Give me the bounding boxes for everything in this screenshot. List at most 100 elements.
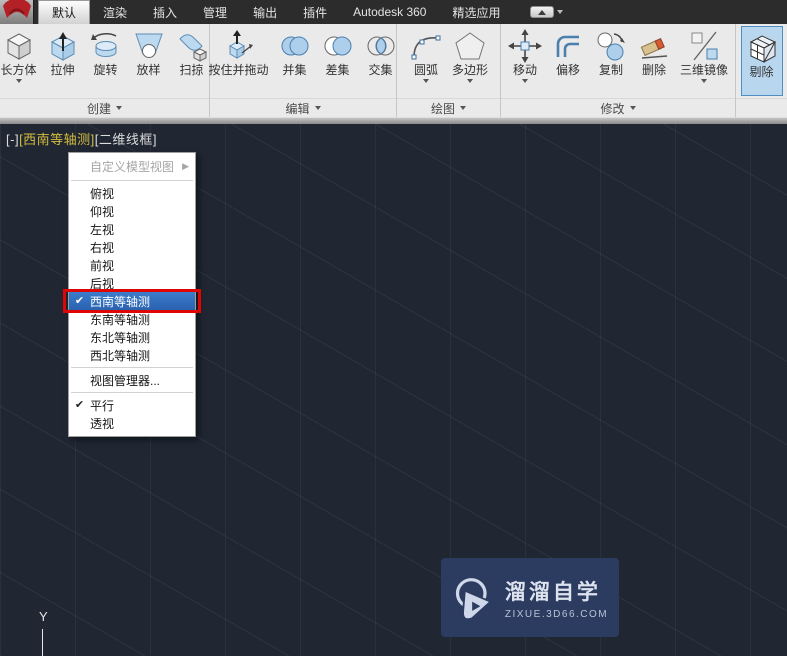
view-context-menu: 自定义模型视图 ▶ 俯视 仰视 左视 右视 前视 后视 西南等轴测 东南等轴测 … (63, 152, 201, 437)
tool-offset[interactable]: 偏移 (547, 26, 589, 79)
tool-revolve[interactable]: 旋转 (85, 26, 127, 79)
menu-item-ne-isometric[interactable]: 东北等轴测 (69, 328, 195, 346)
tool-erase[interactable]: 删除 (633, 26, 675, 79)
viewport-controls: [-][西南等轴测][二维线框] (6, 129, 157, 148)
sweep-icon (178, 34, 207, 62)
revolve-icon (90, 33, 117, 57)
tab-render[interactable]: 渲染 (90, 0, 140, 24)
panel-label-edit[interactable]: 编辑 (210, 98, 396, 117)
tool-label: 三维镜像 (679, 63, 728, 77)
panel-title: 修改 (600, 101, 625, 116)
chevron-down-icon (116, 106, 122, 110)
tool-presspull[interactable]: 按住并拖动 (205, 26, 273, 79)
tool-label: 多边形 (451, 63, 488, 77)
offset-icon (556, 35, 579, 57)
tool-intersect[interactable]: 交集 (360, 26, 402, 79)
tool-label: 扫掠 (179, 63, 204, 77)
chevron-down-icon[interactable] (422, 79, 429, 83)
tool-copy[interactable]: 复制 (590, 26, 632, 79)
tab-default[interactable]: 默认 (38, 0, 91, 24)
panel-label-draw[interactable]: 绘图 (397, 98, 500, 117)
tool-arc[interactable]: 圆弧 (405, 26, 447, 84)
subtract-icon (324, 36, 352, 56)
arc-icon (411, 35, 441, 60)
tool-label: 按住并拖动 (208, 63, 269, 77)
menu-item-bottom[interactable]: 仰视 (69, 202, 195, 220)
menu-item-se-isometric[interactable]: 东南等轴测 (69, 310, 195, 328)
watermark-url: zixue.3d66.com (504, 608, 609, 620)
minimize-ribbon-button[interactable] (529, 6, 563, 18)
tool-label: 旋转 (93, 63, 118, 77)
chevron-down-icon[interactable] (700, 79, 707, 83)
tool-loft[interactable]: 放样 (128, 26, 170, 79)
minimize-ribbon-icon (529, 6, 554, 18)
copy-icon (597, 32, 625, 61)
panel-title: 编辑 (285, 101, 310, 116)
check-icon (69, 292, 90, 310)
submenu-arrow-icon: ▶ (182, 161, 189, 171)
tab-manage[interactable]: 管理 (190, 0, 240, 24)
tool-label: 删除 (641, 63, 666, 77)
viewport-view-control[interactable]: [西南等轴测] (19, 132, 95, 147)
cull-icon (749, 35, 776, 63)
menu-item-front[interactable]: 前视 (69, 256, 195, 274)
polygon-icon (455, 32, 485, 60)
menu-item-left[interactable]: 左视 (69, 220, 195, 238)
chevron-down-icon[interactable] (466, 79, 473, 83)
tool-extrude[interactable]: 拉伸 (42, 26, 84, 79)
presspull-icon (228, 30, 253, 59)
tool-cull[interactable]: 剔除 (740, 26, 783, 96)
tool-move[interactable]: 移动 (504, 26, 546, 84)
tool-mirror3d[interactable]: 三维镜像 (676, 26, 732, 84)
tab-autodesk-360[interactable]: Autodesk 360 (340, 0, 439, 24)
box-icon (6, 33, 31, 60)
panel-label-modify[interactable]: 修改 (501, 98, 735, 117)
tab-plugins[interactable]: 插件 (290, 0, 340, 24)
panel-title: 创建 (86, 101, 111, 116)
tool-label: 差集 (325, 63, 350, 77)
panel-label-create[interactable]: 创建 (0, 98, 209, 117)
play-logo-icon (455, 577, 492, 620)
tool-polygon[interactable]: 多边形 (448, 26, 492, 84)
menu-item-nw-isometric[interactable]: 西北等轴测 (69, 346, 195, 364)
tool-box[interactable]: 长方体 (0, 26, 41, 84)
menu-item-top[interactable]: 俯视 (69, 184, 195, 202)
tool-label: 拉伸 (50, 63, 75, 77)
model-space-canvas[interactable]: [-][西南等轴测][二维线框] 自定义模型视图 ▶ 俯视 仰视 左视 右视 前… (0, 124, 787, 656)
tool-label: 并集 (282, 63, 307, 77)
menu-item-sw-isometric[interactable]: 西南等轴测 (63, 289, 201, 313)
tool-label: 移动 (512, 63, 537, 77)
viewport-visual-style-control[interactable]: [二维线框] (95, 132, 157, 147)
ribbon-tabs: 默认 渲染 插入 管理 输出 插件 Autodesk 360 精选应用 (38, 0, 514, 24)
viewport-minimize-control[interactable]: [-] (6, 132, 19, 147)
menu-item-parallel[interactable]: 平行 (69, 396, 195, 414)
watermark: 溜溜自学 zixue.3d66.com (441, 558, 619, 637)
tab-insert[interactable]: 插入 (140, 0, 190, 24)
menu-item-perspective[interactable]: 透视 (69, 414, 195, 432)
check-icon (69, 396, 90, 414)
menu-item-right[interactable]: 右视 (69, 238, 195, 256)
ribbon-panel-edit: 按住并拖动 并集 差集 交集 编辑 (209, 24, 397, 117)
chevron-down-icon[interactable] (521, 79, 528, 83)
menu-separator (71, 180, 193, 181)
chevron-down-icon (556, 10, 563, 14)
chevron-down-icon[interactable] (15, 79, 22, 83)
ribbon-tab-bar: 默认 渲染 插入 管理 输出 插件 Autodesk 360 精选应用 (0, 0, 787, 24)
mirror3d-icon (691, 31, 718, 61)
ribbon-bottom-strip (0, 117, 787, 124)
menu-separator (71, 367, 193, 368)
panel-label-cull (736, 98, 787, 117)
tab-featured-apps[interactable]: 精选应用 (439, 0, 513, 24)
tool-union[interactable]: 并集 (274, 26, 316, 79)
chevron-down-icon (629, 106, 636, 110)
tool-subtract[interactable]: 差集 (317, 26, 359, 79)
tool-label: 偏移 (555, 63, 580, 77)
menu-item-back[interactable]: 后视 (69, 274, 195, 292)
ribbon: 长方体 拉伸 旋转 放样 扫掠 创建 按住并拖动 并集 差集 交集 编辑 圆弧 … (0, 24, 787, 117)
tab-output[interactable]: 输出 (240, 0, 290, 24)
menu-item-view-manager[interactable]: 视图管理器... (69, 371, 195, 389)
union-icon (281, 36, 309, 56)
tool-label: 长方体 (0, 63, 37, 77)
tool-label: 剔除 (749, 65, 774, 79)
autocad-app-button[interactable] (0, 0, 34, 24)
